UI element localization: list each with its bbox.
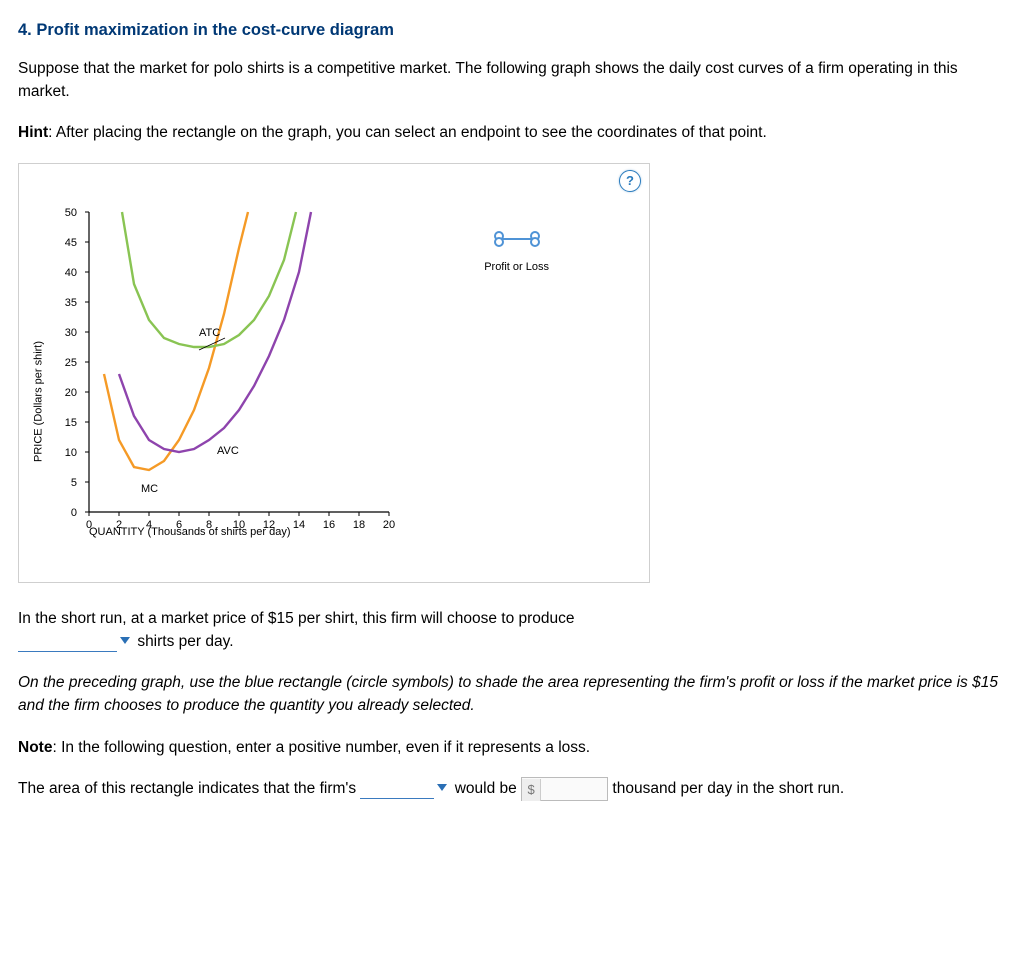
svg-text:40: 40 (65, 267, 77, 279)
y-ticks: 0 5 10 15 20 25 30 35 40 45 50 (65, 207, 89, 519)
note-text: Note: In the following question, enter a… (18, 736, 1006, 759)
question-2: The area of this rectangle indicates tha… (18, 777, 1006, 801)
avc-label: AVC (217, 445, 239, 457)
svg-text:30: 30 (65, 327, 77, 339)
question-title: 4. Profit maximization in the cost-curve… (18, 18, 1006, 43)
amount-input-group: $ (521, 777, 608, 801)
svg-text:45: 45 (65, 237, 77, 249)
svg-text:50: 50 (65, 207, 77, 219)
svg-text:15: 15 (65, 417, 77, 429)
plot-area[interactable]: 0 5 10 15 20 25 30 35 40 45 50 0 2 4 (29, 202, 619, 562)
dropdown-icon[interactable] (120, 637, 130, 644)
svg-text:5: 5 (71, 477, 77, 489)
shade-instruction: On the preceding graph, use the blue rec… (18, 671, 1006, 718)
svg-text:10: 10 (65, 447, 77, 459)
help-icon[interactable]: ? (619, 170, 641, 192)
intro-text: Suppose that the market for polo shirts … (18, 57, 1006, 104)
note-label: Note (18, 739, 52, 756)
svg-text:35: 35 (65, 297, 77, 309)
graph-container[interactable]: ? 0 5 10 15 20 25 30 35 40 45 (18, 163, 650, 583)
legend-draggable[interactable]: Profit or Loss (484, 230, 549, 276)
rectangle-tool-icon[interactable] (484, 230, 549, 254)
mc-label: MC (141, 483, 158, 495)
svg-text:0: 0 (71, 507, 77, 519)
svg-text:25: 25 (65, 357, 77, 369)
atc-label: ATC (199, 327, 220, 339)
dropdown-icon[interactable] (437, 784, 447, 791)
svg-text:20: 20 (65, 387, 77, 399)
svg-text:20: 20 (383, 519, 395, 531)
legend-label: Profit or Loss (484, 259, 549, 276)
mc-curve (104, 212, 248, 470)
svg-text:14: 14 (293, 519, 305, 531)
x-axis-label: QUANTITY (Thousands of shirts per day) (89, 524, 291, 541)
question-1: In the short run, at a market price of $… (18, 607, 1006, 654)
dollar-icon: $ (522, 779, 541, 801)
hint-label: Hint (18, 124, 48, 141)
y-axis-label: PRICE (Dollars per shirt) (31, 340, 48, 461)
svg-text:16: 16 (323, 519, 335, 531)
profit-loss-select[interactable] (360, 779, 434, 799)
amount-input[interactable] (541, 778, 607, 800)
quantity-input[interactable] (18, 632, 117, 652)
hint-text: Hint: After placing the rectangle on the… (18, 121, 1006, 144)
svg-text:18: 18 (353, 519, 365, 531)
